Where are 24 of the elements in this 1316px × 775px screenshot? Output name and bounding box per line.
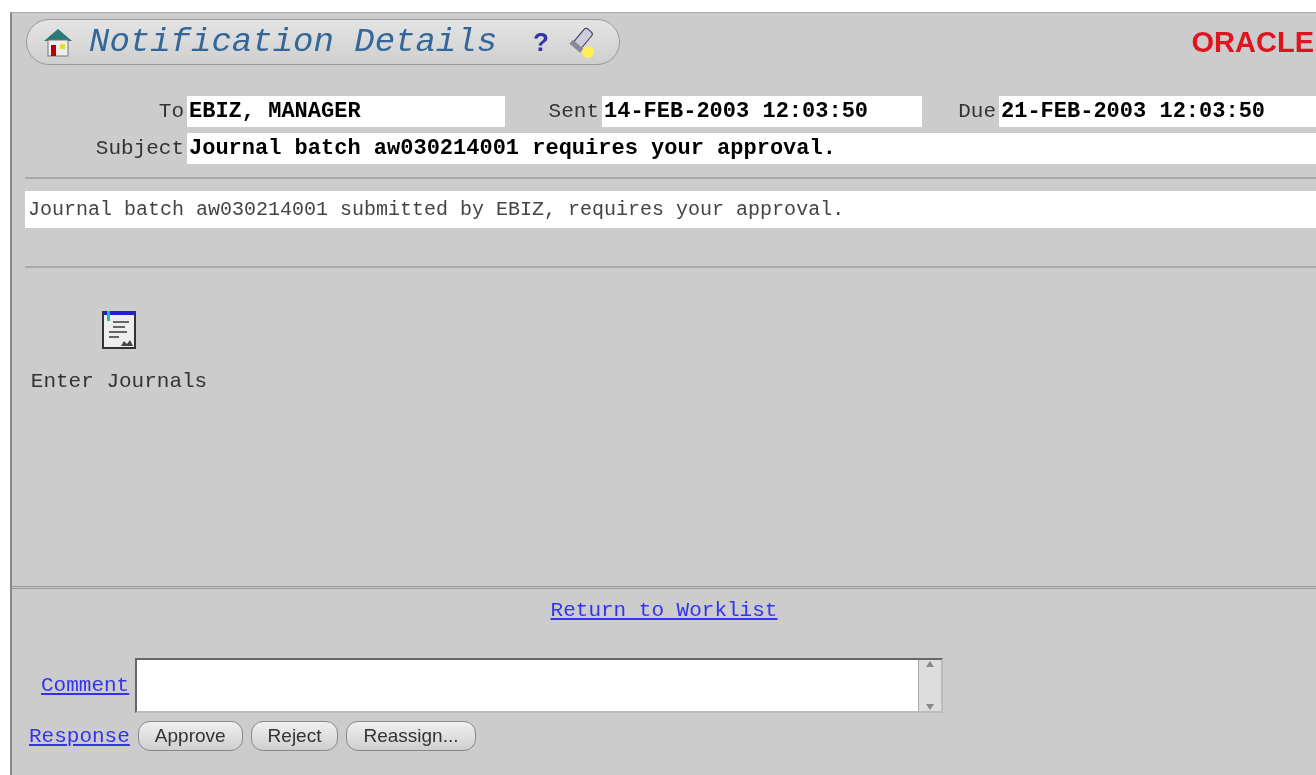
response-link[interactable]: Response [29,724,130,748]
scrollbar[interactable] [918,660,942,711]
document-icon[interactable] [101,310,137,350]
return-link[interactable]: Return to Worklist [550,599,778,622]
scroll-down-icon[interactable] [925,703,936,711]
field-label: Sent [547,100,600,123]
help-icon[interactable]: ? [533,26,549,58]
field-value: EBIZ, MANAGER [187,96,505,127]
field-label: Subject [94,137,185,160]
field-label: To [157,100,185,123]
field-label: Due [957,100,997,123]
response-button[interactable]: Approve [137,721,243,751]
comment-field[interactable] [135,658,944,713]
field-value: 14-FEB-2003 12:03:50 [602,96,922,127]
response-button[interactable]: Reject [250,721,339,751]
comment-link[interactable]: Comment [41,674,130,697]
message-text: Journal batch aw030214001 submitted by EBIZ, requires your approval. [25,191,1316,228]
field-value: Journal batch aw030214001 requires your approval. [187,133,1316,164]
page-title: Notification Details [89,23,498,61]
field-value: 21-FEB-2003 12:03:50 [999,96,1316,127]
logo: ORACLE [1191,25,1314,59]
response-button[interactable]: Reassign... [346,721,476,751]
attachment-label[interactable]: Enter Journals [30,370,208,393]
scroll-up-icon[interactable] [925,660,936,668]
